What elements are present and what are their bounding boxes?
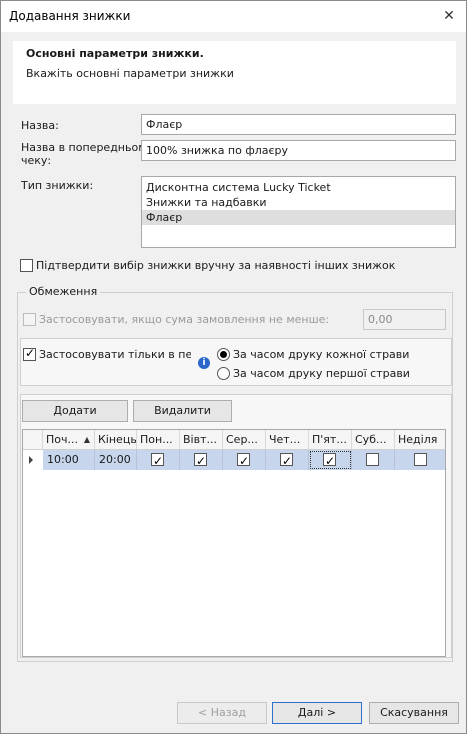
radio-first-dish[interactable] xyxy=(217,367,230,380)
radio-each-dish[interactable] xyxy=(217,348,230,361)
next-button[interactable]: Далі > xyxy=(272,702,362,724)
column-header-saturday[interactable]: Суб... xyxy=(352,430,395,450)
radio-first-dish-label: За часом друку першої страви xyxy=(233,367,410,380)
name-input[interactable]: Флаєр xyxy=(141,114,456,135)
period-checkbox[interactable] xyxy=(23,346,36,361)
discount-type-label: Тип знижки: xyxy=(21,179,94,192)
wizard-step-subtitle: Вкажіть основні параметри знижки xyxy=(26,67,234,80)
cell-start-time[interactable]: 10:00 xyxy=(43,450,95,470)
window-title: Додавання знижки xyxy=(9,9,131,23)
current-row-indicator-icon xyxy=(29,456,33,464)
confirm-manual-label: Підтвердити вибір знижки вручну за наявн… xyxy=(36,259,396,272)
delete-period-button[interactable]: Видалити xyxy=(133,400,232,422)
name-label: Назва: xyxy=(21,119,59,132)
cell-thursday[interactable] xyxy=(266,450,309,471)
wizard-step-title: Основні параметри знижки. xyxy=(26,47,204,60)
period-label: Застосовувати тільки в період xyxy=(39,348,191,361)
column-header-start[interactable]: Поч... ▲ xyxy=(43,430,95,450)
day-checkbox[interactable] xyxy=(413,453,427,466)
column-header-sunday[interactable]: Неділя xyxy=(395,430,445,450)
restrictions-group-label: Обмеження xyxy=(26,285,101,298)
cell-friday[interactable] xyxy=(309,450,352,471)
discount-type-option[interactable]: Дисконтна система Lucky Ticket xyxy=(142,180,455,195)
column-header-wednesday[interactable]: Сер... xyxy=(223,430,266,450)
column-header-tuesday[interactable]: Вівт... xyxy=(180,430,223,450)
add-period-button[interactable]: Додати xyxy=(22,400,128,422)
cell-tuesday[interactable] xyxy=(180,450,223,471)
cell-sunday[interactable] xyxy=(395,450,445,470)
grid-corner xyxy=(23,430,43,450)
cell-wednesday[interactable] xyxy=(223,450,266,471)
min-sum-checkbox[interactable] xyxy=(23,313,36,326)
column-header-thursday[interactable]: Чет... xyxy=(266,430,309,450)
cell-monday[interactable] xyxy=(137,450,180,471)
periods-grid[interactable]: Поч... ▲ Кінець Пон... Вівт... Сер... Че… xyxy=(22,429,446,657)
radio-each-dish-label: За часом друку кожної страви xyxy=(233,348,410,361)
back-button[interactable]: < Назад xyxy=(177,702,267,724)
column-header-friday[interactable]: П'ят... xyxy=(309,430,352,450)
cell-saturday[interactable] xyxy=(352,450,395,470)
cell-end-time[interactable]: 20:00 xyxy=(95,450,137,470)
discount-type-option[interactable]: Знижки та надбавки xyxy=(142,195,455,210)
day-checkbox[interactable] xyxy=(194,451,207,471)
min-sum-input[interactable]: 0,00 xyxy=(363,309,446,330)
receipt-name-label-line2: чеку: xyxy=(21,154,52,167)
min-sum-label: Застосовувати, якщо сума замовлення не м… xyxy=(39,313,330,326)
day-checkbox[interactable] xyxy=(323,451,336,471)
title-bar: Додавання знижки ✕ xyxy=(1,1,466,32)
discount-type-option-selected[interactable]: Флаєр xyxy=(142,210,455,225)
day-checkbox[interactable] xyxy=(366,453,379,466)
column-header-end[interactable]: Кінець xyxy=(95,430,137,450)
day-checkbox[interactable] xyxy=(151,451,164,471)
add-discount-dialog: Додавання знижки ✕ Основні параметри зни… xyxy=(0,0,467,734)
day-checkbox[interactable] xyxy=(237,451,250,471)
cancel-button[interactable]: Скасування xyxy=(369,702,459,724)
day-checkbox[interactable] xyxy=(280,451,293,471)
sort-ascending-icon: ▲ xyxy=(83,435,90,444)
confirm-manual-checkbox[interactable] xyxy=(20,259,33,272)
discount-type-list[interactable]: Дисконтна система Lucky Ticket Знижки та… xyxy=(141,176,456,248)
close-icon[interactable]: ✕ xyxy=(438,5,460,27)
column-header-monday[interactable]: Пон... xyxy=(137,430,180,450)
receipt-name-label-line1: Назва в попередньому xyxy=(21,141,154,154)
wizard-header: Основні параметри знижки. Вкажіть основн… xyxy=(13,41,456,104)
info-icon[interactable]: i xyxy=(198,357,210,369)
column-header-label: Поч... xyxy=(46,433,78,446)
receipt-name-input[interactable]: 100% знижка по флаєру xyxy=(141,140,456,161)
